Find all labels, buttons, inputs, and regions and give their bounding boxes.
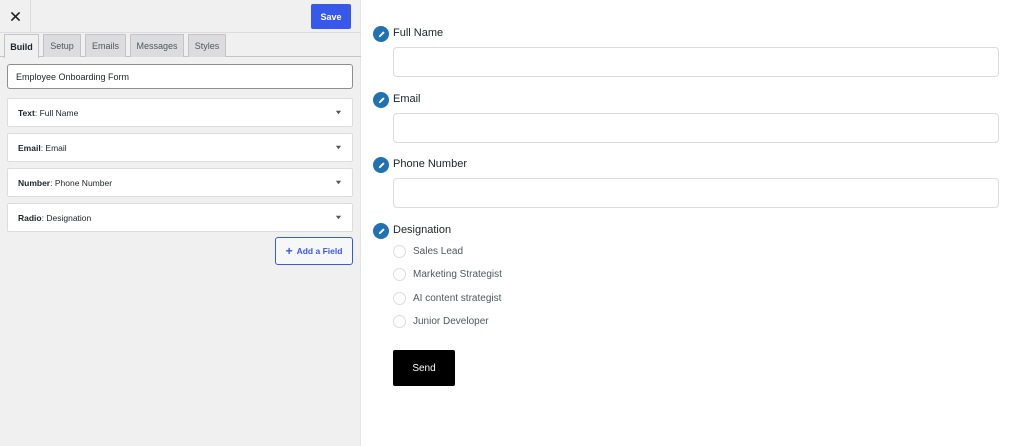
edit-field-full-name-button[interactable] (373, 26, 389, 42)
field-name-label: Email (45, 142, 67, 153)
radio-option-marketing-strategist[interactable]: Marketing Strategist (393, 267, 502, 281)
radio-button[interactable] (393, 244, 406, 258)
pencil-icon (378, 30, 385, 37)
tab-styles[interactable]: Styles (188, 34, 226, 57)
tab-messages[interactable]: Messages (130, 34, 184, 57)
full-name-input[interactable] (393, 47, 999, 77)
field-row-phone-number[interactable]: Number: Phone Number (7, 168, 353, 197)
pencil-icon (378, 227, 385, 234)
field-name-label: Designation (46, 212, 92, 223)
radio-option-sales-lead[interactable]: Sales Lead (393, 244, 463, 258)
tab-build[interactable]: Build (4, 34, 39, 58)
add-field-button[interactable]: + Add a Field (275, 237, 353, 265)
field-type-label: Number (18, 177, 51, 188)
field-type-label: Radio (18, 212, 42, 223)
add-field-label: Add a Field (296, 246, 343, 256)
edit-field-designation-button[interactable] (373, 223, 389, 239)
field-row-designation[interactable]: Radio: Designation (7, 203, 353, 232)
email-input[interactable] (393, 113, 999, 143)
plus-icon: + (285, 244, 293, 258)
field-row-full-name[interactable]: Text: Full Name (7, 98, 353, 127)
caret-down-icon[interactable] (335, 144, 342, 151)
field-type-label: Email (18, 142, 41, 153)
tab-setup[interactable]: Setup (43, 34, 81, 57)
radio-option-label: Marketing Strategist (413, 268, 502, 280)
radio-option-label: Sales Lead (413, 245, 464, 257)
radio-option-junior-developer[interactable]: Junior Developer (393, 314, 489, 328)
builder-tabs: Build Setup Emails Messages Styles (0, 34, 361, 58)
field-name-label: Phone Number (54, 177, 113, 188)
radio-button[interactable] (393, 291, 406, 305)
builder-toolbar: Save (0, 0, 361, 33)
send-button[interactable]: Send (393, 350, 455, 386)
edit-field-email-button[interactable] (373, 92, 389, 108)
phone-number-label: Phone Number (393, 158, 467, 170)
radio-button[interactable] (393, 314, 406, 328)
save-button[interactable]: Save (311, 4, 351, 29)
edit-field-phone-button[interactable] (373, 157, 389, 173)
close-button[interactable] (0, 0, 31, 32)
email-label: Email (393, 93, 421, 105)
caret-down-icon[interactable] (335, 109, 342, 116)
pencil-icon (378, 96, 385, 103)
tab-emails[interactable]: Emails (85, 34, 126, 57)
radio-option-ai-content-strategist[interactable]: AI content strategist (393, 291, 501, 305)
field-type-label: Text (18, 107, 35, 118)
pencil-icon (378, 161, 385, 168)
close-icon (10, 11, 20, 21)
form-title-input[interactable] (7, 64, 353, 89)
radio-option-label: Junior Developer (413, 315, 489, 327)
field-name-label: Full Name (39, 107, 79, 118)
full-name-label: Full Name (393, 27, 444, 39)
radio-button[interactable] (393, 267, 406, 281)
caret-down-icon[interactable] (335, 214, 342, 221)
caret-down-icon[interactable] (335, 179, 342, 186)
phone-number-input[interactable] (393, 178, 999, 208)
builder-panel: Save Build Setup Emails Messages Styles … (0, 0, 361, 446)
radio-option-label: AI content strategist (413, 292, 502, 304)
field-row-email[interactable]: Email: Email (7, 133, 353, 162)
designation-label: Designation (393, 224, 452, 236)
